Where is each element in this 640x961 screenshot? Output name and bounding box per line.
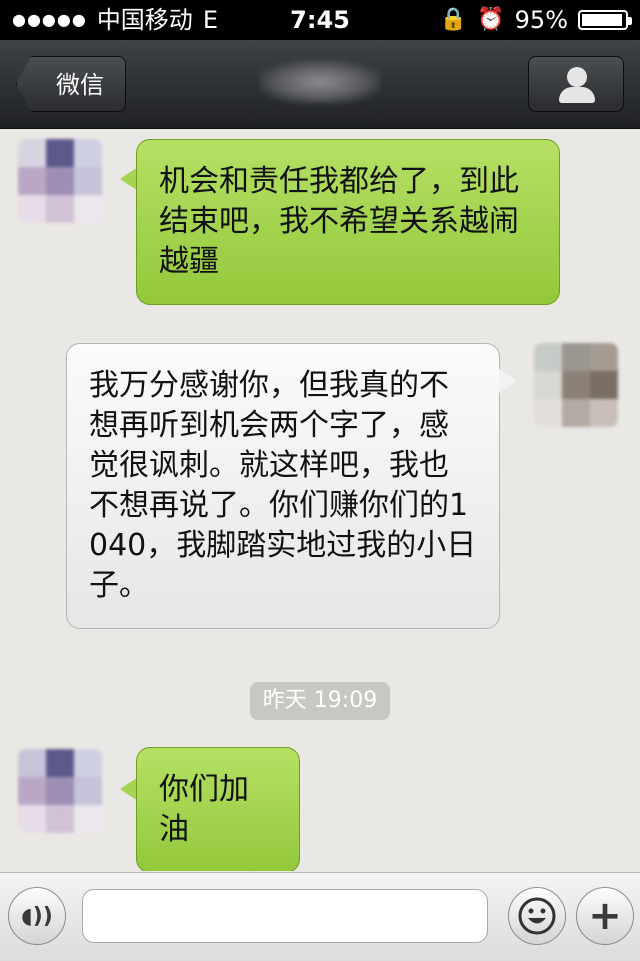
battery-fill: [582, 14, 622, 26]
alarm-icon: ⏰: [477, 7, 505, 32]
profile-button[interactable]: [528, 56, 624, 112]
battery-icon: [578, 10, 632, 30]
person-icon: [567, 67, 587, 87]
avatar-self[interactable]: [18, 139, 102, 223]
chat-title-blurred: [260, 60, 380, 104]
status-bar: ●●●●● 中国移动 E 7:45 🔒 ⏰ 95%: [0, 0, 640, 40]
chat-area[interactable]: 机会和责任我都给了，到此结束吧，我不希望关系越闹越疆 我万分感谢你，但我真的不想…: [0, 129, 640, 871]
smiley-icon: [518, 897, 556, 935]
navigation-bar: 微信: [0, 40, 640, 129]
rotation-lock-icon: 🔒: [439, 7, 468, 32]
emoji-button[interactable]: [508, 887, 566, 945]
avatar-self[interactable]: [18, 749, 102, 833]
more-button[interactable]: +: [576, 887, 634, 945]
message-bubble-received[interactable]: 我万分感谢你，但我真的不想再听到机会两个字了，感觉很讽刺。就这样吧，我也不想再说…: [66, 343, 500, 629]
input-bar: ◖)) +: [0, 872, 640, 961]
plus-icon: +: [588, 893, 622, 939]
voice-input-button[interactable]: ◖)): [8, 887, 66, 945]
voice-icon: ◖)): [21, 903, 53, 929]
message-bubble-sent[interactable]: 机会和责任我都给了，到此结束吧，我不希望关系越闹越疆: [136, 139, 560, 305]
back-button[interactable]: 微信: [16, 56, 126, 112]
message-bubble-sent[interactable]: 你们加油: [136, 747, 300, 871]
timestamp: 昨天 19:09: [250, 682, 390, 720]
message-input[interactable]: [82, 889, 488, 943]
avatar-contact[interactable]: [534, 343, 618, 427]
battery-percent: 95%: [514, 6, 568, 34]
